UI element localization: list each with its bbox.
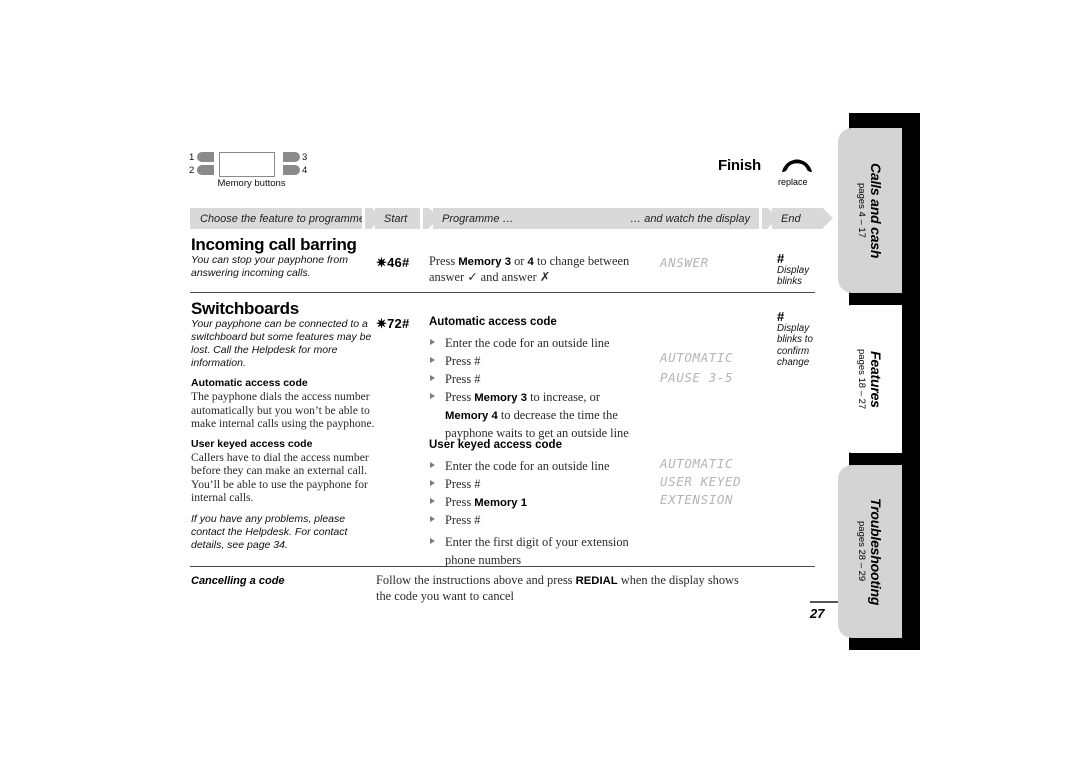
memory-button-label-3: 3 <box>302 152 308 163</box>
tab-title: Troubleshooting <box>868 497 884 606</box>
helpdesk-note: If you have any problems, please contact… <box>191 513 348 552</box>
bullet-triangle-icon <box>430 461 435 468</box>
user-keyed-access-code-group: User keyed access code Enter the code fo… <box>429 439 644 569</box>
memory-button-label-2: 2 <box>189 165 195 176</box>
memory-button-1-shape <box>197 152 214 162</box>
automatic-access-code-group: Automatic access code Enter the code for… <box>429 316 644 442</box>
note-display-blinks-0: # Display blinks <box>777 252 827 288</box>
lcd-text-automatic-1: AUTOMATIC <box>660 350 734 365</box>
page-number-rule <box>810 601 838 603</box>
payphone-display-shape <box>219 152 275 177</box>
bullet-triangle-icon <box>430 497 435 504</box>
flow-step-end: End <box>772 208 833 229</box>
step-item: Press # <box>429 352 644 370</box>
step-text: Press # <box>445 372 481 386</box>
subsection-blurb-user-keyed: Callers have to dial the access number b… <box>191 450 369 505</box>
memory-button-label-4: 4 <box>302 165 308 176</box>
bullet-triangle-icon <box>430 479 435 486</box>
step-item: Press # <box>429 475 644 493</box>
tab-title: Calls and cash <box>868 162 884 259</box>
feature-code-switchboards: ✷72# <box>376 316 410 331</box>
bullet-triangle-icon <box>430 338 435 345</box>
memory-button-3-shape <box>283 152 300 162</box>
tab-pages: pages 28 – 29 <box>856 521 867 582</box>
flow-step-choose: Choose the feature to programme <box>190 208 382 229</box>
tab-pages: pages 18 – 27 <box>856 348 867 410</box>
sidebar-tab-troubleshooting[interactable]: Troubleshooting pages 28 – 29 <box>838 465 902 638</box>
section-1-left-column: Your payphone can be connected to a swit… <box>191 318 375 552</box>
group-heading-automatic: Automatic access code <box>429 316 557 328</box>
subsection-blurb-automatic: The payphone dials the access number aut… <box>191 390 375 431</box>
bullet-triangle-icon <box>430 374 435 381</box>
memory-button-label-1: 1 <box>189 152 195 163</box>
sidebar-tab-calls-and-cash[interactable]: Calls and cash pages 4 – 17 <box>838 128 902 293</box>
section-title-switchboards: Switchboards <box>191 299 299 318</box>
sidebar-tab-features[interactable]: Features pages 18 – 27 <box>838 305 902 453</box>
hash-symbol-icon: # <box>777 251 785 266</box>
step-item: Press Memory 1 <box>429 493 644 511</box>
step-text-rich: Press Memory 3 to increase, or Memory 4 … <box>445 390 629 440</box>
lcd-text-automatic-2: AUTOMATIC <box>660 456 734 471</box>
memory-buttons-diagram: 1 2 3 4 Memory buttons <box>189 152 314 190</box>
memory-button-4-shape <box>283 165 300 175</box>
feature-code-incoming-call-barring: ✷46# <box>376 255 410 270</box>
page-number: 27 <box>810 606 825 621</box>
step-text: Enter the first digit of your extension … <box>445 535 629 567</box>
divider-rule-2 <box>190 566 815 567</box>
note-display-blinks-1: # Display blinks to confirm change <box>777 310 827 369</box>
note-text: Display blinks <box>777 265 810 288</box>
bullet-triangle-icon <box>430 392 435 399</box>
group-heading-user-keyed: User keyed access code <box>429 439 562 451</box>
step-text: Press # <box>445 477 481 491</box>
subsection-heading-user-keyed: User keyed access code <box>191 437 313 450</box>
step-item: Enter the code for an outside line <box>429 334 644 352</box>
memory-button-2-shape <box>197 165 214 175</box>
subsection-heading-automatic: Automatic access code <box>191 377 308 389</box>
manual-page: 1 2 3 4 Memory buttons Finish replace Ch… <box>0 0 1080 763</box>
instruction-line: Press Memory 3 or 4 to change between an… <box>429 254 630 284</box>
cancelling-a-code-body: Follow the instructions above and press … <box>376 573 739 603</box>
lcd-text-extension: EXTENSION <box>660 492 734 507</box>
section-title-incoming-call-barring: Incoming call barring <box>191 235 357 254</box>
lcd-text-user-keyed: USER KEYED <box>660 474 742 489</box>
finish-label: Finish <box>718 157 761 174</box>
lcd-text-answer: ANSWER <box>660 255 709 270</box>
step-text: Press # <box>445 354 481 368</box>
bullet-triangle-icon <box>430 515 435 522</box>
section-tabs-sidebar: Calls and cash pages 4 – 17 Features pag… <box>838 113 920 650</box>
step-text-rich: Press Memory 1 <box>445 495 528 509</box>
lcd-text-pause: PAUSE 3-5 <box>660 370 734 385</box>
hash-symbol-icon: # <box>777 309 785 324</box>
step-item: Enter the first digit of your extension … <box>429 533 644 569</box>
section-0-intro: You can stop your payphone from answerin… <box>191 254 349 279</box>
bullet-triangle-icon <box>430 537 435 544</box>
switchboards-intro: Your payphone can be connected to a swit… <box>191 318 372 369</box>
divider-rule-1 <box>190 292 815 293</box>
memory-buttons-caption: Memory buttons <box>217 178 286 189</box>
cancelling-a-code-label: Cancelling a code <box>191 575 285 587</box>
step-item: Press Memory 3 to increase, or Memory 4 … <box>429 388 644 442</box>
handset-replace-icon <box>781 159 813 173</box>
programming-flow-bar: Choose the feature to programme Start Pr… <box>190 208 833 229</box>
step-item: Press # <box>429 511 644 529</box>
tab-title: Features <box>868 350 884 408</box>
bullet-triangle-icon <box>430 356 435 363</box>
step-text: Enter the code for an outside line <box>445 459 610 473</box>
step-text: Press # <box>445 513 481 527</box>
replace-caption: replace <box>778 177 808 187</box>
tab-pages: pages 4 – 17 <box>856 183 867 238</box>
step-item: Press # <box>429 370 644 388</box>
section-0-instructions: Press Memory 3 or 4 to change between an… <box>429 254 659 284</box>
step-item: Enter the code for an outside line <box>429 457 644 475</box>
step-text: Enter the code for an outside line <box>445 336 610 350</box>
note-text: Display blinks to confirm change <box>777 323 813 369</box>
